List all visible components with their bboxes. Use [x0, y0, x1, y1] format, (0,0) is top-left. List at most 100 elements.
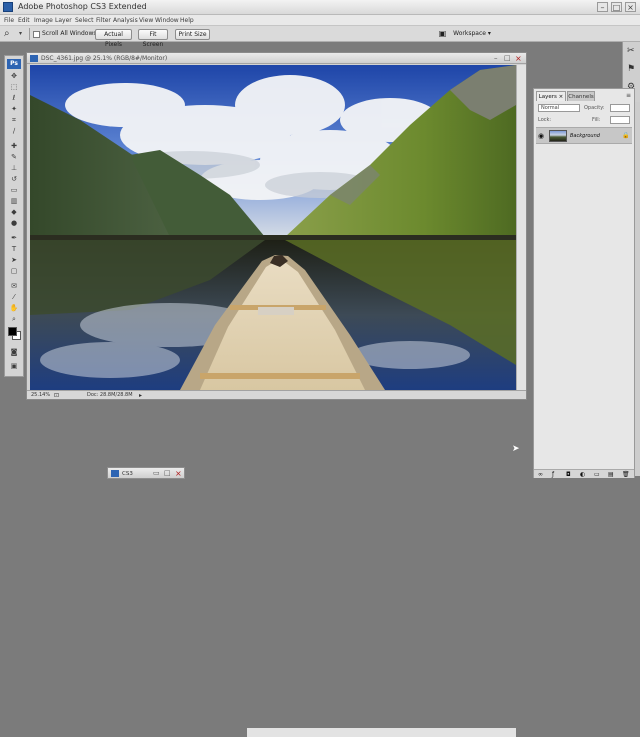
fill-field[interactable] — [610, 116, 630, 124]
dodge-tool-icon[interactable]: ● — [9, 219, 19, 227]
zoom-level[interactable]: 25.14% — [31, 391, 50, 400]
close-icon[interactable]: × — [625, 2, 636, 12]
trash-icon[interactable]: 🗑 — [622, 470, 630, 479]
quick-mask-icon[interactable]: ◙ — [9, 348, 19, 356]
lock-label: Lock: — [538, 117, 552, 123]
horizontal-scrollbar[interactable] — [247, 728, 516, 737]
type-tool-icon[interactable]: T — [9, 245, 19, 253]
bridge-icon[interactable]: ▣ — [437, 29, 448, 39]
hand-tool-icon[interactable]: ✋ — [9, 304, 19, 312]
foreground-color-swatch[interactable] — [8, 327, 17, 336]
maximize-icon[interactable]: □ — [504, 54, 511, 63]
eyedropper-tool-icon[interactable]: ⁄ — [9, 293, 19, 301]
separator — [29, 28, 30, 40]
new-layer-icon[interactable]: ▤ — [608, 470, 614, 479]
tab-layers[interactable]: Layers × — [536, 91, 566, 101]
document-title-bar[interactable]: DSC_4361.jpg @ 25.1% (RGB/8#/Monitor) – … — [27, 53, 526, 64]
layer-mask-icon[interactable]: ◘ — [566, 470, 571, 479]
move-tool-icon[interactable]: ✥ — [9, 72, 19, 80]
screen-mode-icon[interactable]: ▣ — [9, 362, 19, 370]
restore-icon[interactable]: ▭ — [153, 469, 160, 478]
workspace-button[interactable]: Workspace ▾ — [452, 29, 492, 40]
zoom-tool-icon[interactable]: ⌕ — [9, 315, 19, 323]
brush-tool-icon[interactable]: ✎ — [9, 153, 19, 161]
vertical-scrollbar[interactable] — [516, 65, 526, 390]
adjustment-layer-icon[interactable]: ◐ — [580, 470, 585, 479]
layers-panel: Layers × Channels ≡ Normal Opacity: Lock… — [533, 88, 635, 478]
notes-tool-icon[interactable]: ✉ — [9, 282, 19, 290]
blur-tool-icon[interactable]: ◆ — [9, 208, 19, 216]
menu-help[interactable]: Help — [180, 15, 194, 26]
layer-style-icon[interactable]: ƒ — [552, 470, 554, 479]
photoshop-app-icon — [3, 2, 13, 12]
menu-layer[interactable]: Layer — [55, 15, 72, 26]
path-selection-tool-icon[interactable]: ➤ — [9, 256, 19, 264]
menu-analysis[interactable]: Analysis — [113, 15, 138, 26]
maximize-icon[interactable]: □ — [164, 469, 171, 478]
scroll-all-windows-checkbox[interactable] — [33, 31, 40, 38]
close-icon[interactable]: × — [175, 469, 182, 478]
opacity-field[interactable] — [610, 104, 630, 112]
menu-edit[interactable]: Edit — [18, 15, 30, 26]
zoom-popup-icon[interactable]: ⊡ — [54, 391, 59, 400]
pen-tool-icon[interactable]: ✒ — [9, 234, 19, 242]
document-window: DSC_4361.jpg @ 25.1% (RGB/8#/Monitor) – … — [26, 52, 527, 737]
menu-window[interactable]: Window — [155, 15, 179, 26]
history-icon[interactable]: ⚑ — [627, 64, 635, 74]
layer-thumbnail — [549, 130, 567, 142]
tab-channels[interactable]: Channels — [567, 91, 595, 101]
navigator-icon[interactable]: ✂ — [627, 46, 635, 56]
history-brush-tool-icon[interactable]: ↺ — [9, 175, 19, 183]
minimized-document-title: CS3 — [122, 471, 133, 477]
healing-brush-tool-icon[interactable]: ✚ — [9, 142, 19, 150]
marquee-tool-icon[interactable]: ⬚ — [9, 83, 19, 91]
opacity-label: Opacity: — [584, 105, 605, 111]
print-size-button[interactable]: Print Size — [175, 29, 210, 40]
minimize-icon[interactable]: – — [494, 54, 498, 63]
maximize-icon[interactable]: □ — [611, 2, 622, 12]
menu-view[interactable]: View — [139, 15, 153, 26]
status-menu-icon[interactable]: ▸ — [139, 391, 142, 400]
eraser-tool-icon[interactable]: ▭ — [9, 186, 19, 194]
zoom-tool-icon[interactable]: ⌕ — [4, 28, 18, 40]
minimize-icon[interactable]: – — [597, 2, 608, 12]
minimized-document-window[interactable]: CS3 ▭ □ × — [107, 467, 185, 479]
gradient-tool-icon[interactable]: ▥ — [9, 197, 19, 205]
shape-tool-icon[interactable]: ▢ — [9, 267, 19, 275]
ps-logo-icon: Ps — [7, 59, 21, 69]
scroll-all-windows-label: Scroll All Windows — [42, 30, 97, 37]
document-icon — [111, 470, 119, 477]
image-canvas[interactable] — [30, 65, 516, 390]
document-size: Doc: 28.8M/28.8M — [87, 392, 133, 398]
menu-file[interactable]: File — [4, 15, 14, 26]
close-icon[interactable]: × — [515, 54, 522, 63]
link-layers-icon[interactable]: ∞ — [538, 470, 543, 479]
menu-image[interactable]: Image — [34, 15, 53, 26]
actual-pixels-button[interactable]: Actual Pixels — [95, 29, 132, 48]
layers-panel-footer: ∞ ƒ ◘ ◐ ▭ ▤ 🗑 — [534, 469, 634, 478]
document-status-bar: 25.14% ⊡ Doc: 28.8M/28.8M ▸ — [27, 390, 526, 737]
tool-preset-dropdown-icon[interactable]: ▾ — [19, 29, 22, 39]
lock-icon: 🔒 — [622, 132, 630, 139]
title-bar: Adobe Photoshop CS3 Extended – □ × — [0, 0, 640, 15]
document-icon — [30, 55, 38, 62]
menu-filter[interactable]: Filter — [96, 15, 111, 26]
menu-select[interactable]: Select — [75, 15, 94, 26]
mouse-cursor-icon: ➤ — [512, 444, 520, 454]
crop-tool-icon[interactable]: ⌗ — [9, 116, 19, 124]
tools-panel: Ps ✥ ⬚ ℓ ✦ ⌗ ∕ ✚ ✎ ⊥ ↺ ▭ ▥ ◆ ● ✒ T ➤ ▢ ✉… — [4, 55, 24, 377]
panel-menu-icon[interactable]: ≡ — [626, 92, 631, 100]
slice-tool-icon[interactable]: ∕ — [9, 127, 19, 135]
blend-mode-select[interactable]: Normal — [538, 104, 580, 112]
menu-bar: File Edit Image Layer Select Filter Anal… — [0, 15, 640, 26]
fit-screen-button[interactable]: Fit Screen — [138, 29, 168, 48]
canoe-lake-photo — [30, 65, 516, 390]
magic-wand-tool-icon[interactable]: ✦ — [9, 105, 19, 113]
layer-row[interactable]: ◉ Background 🔒 — [536, 127, 632, 144]
fill-label: Fill: — [592, 117, 601, 123]
eye-icon[interactable]: ◉ — [538, 132, 544, 140]
document-title: DSC_4361.jpg @ 25.1% (RGB/8#/Monitor) — [41, 55, 168, 62]
new-group-icon[interactable]: ▭ — [594, 470, 600, 479]
lasso-tool-icon[interactable]: ℓ — [9, 94, 19, 102]
clone-stamp-tool-icon[interactable]: ⊥ — [9, 164, 19, 172]
